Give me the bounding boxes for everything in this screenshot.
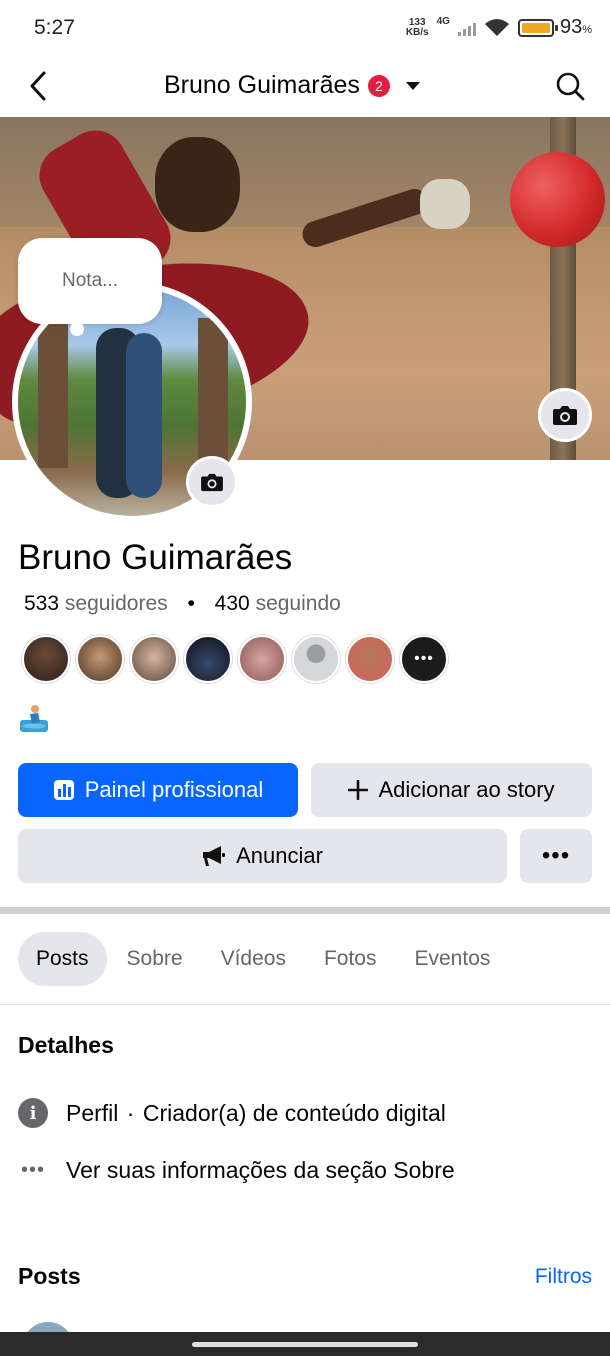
profile-type-label: Perfil (66, 1099, 119, 1126)
notification-badge: 2 (367, 74, 390, 97)
header-title: Bruno Guimarães (164, 71, 360, 99)
profile-switcher[interactable]: Bruno Guimarães 2 (164, 71, 420, 100)
add-to-story-button[interactable]: Adicionar ao story (311, 763, 592, 817)
note-bubble[interactable]: Nota... (18, 238, 162, 324)
search-button[interactable] (552, 68, 588, 104)
details-title: Detalhes (18, 1032, 114, 1058)
battery-indicator: 93% (517, 16, 592, 39)
friend-avatar[interactable] (130, 635, 178, 683)
edit-cover-button[interactable] (538, 388, 592, 442)
friends-preview: ••• (22, 635, 448, 683)
posts-title: Posts (18, 1263, 81, 1289)
note-bubble-tail (70, 322, 84, 336)
profile-header: Bruno Guimarães 2 (0, 58, 610, 116)
friend-avatar[interactable] (238, 635, 286, 683)
friend-avatar[interactable] (22, 635, 70, 683)
status-bar: 5:27 133 KB/s 4G 93% (0, 0, 610, 58)
status-time: 5:27 (34, 16, 75, 39)
megaphone-icon (203, 846, 226, 866)
profile-tabs: Posts Sobre Vídeos Fotos Eventos (18, 932, 510, 986)
friend-avatar[interactable] (76, 635, 124, 683)
more-options-button[interactable]: ••• (520, 829, 592, 883)
signal-icon (457, 20, 476, 36)
search-icon (556, 72, 585, 101)
camera-icon (201, 473, 223, 492)
section-divider (0, 907, 610, 914)
chevron-left-icon (30, 71, 46, 101)
tab-videos[interactable]: Vídeos (203, 932, 304, 986)
profile-name: Bruno Guimarães (18, 538, 293, 577)
profile-type-value: Criador(a) de conteúdo digital (142, 1099, 446, 1126)
info-icon: i (18, 1098, 48, 1128)
friend-avatar[interactable] (184, 635, 232, 683)
profile-type-row: i Perfil · Criador(a) de conteúdo digita… (18, 1098, 446, 1128)
friend-avatar[interactable] (346, 635, 394, 683)
following-link[interactable]: 430 seguindo (215, 592, 341, 615)
tab-about[interactable]: Sobre (109, 932, 201, 986)
camera-icon (553, 406, 577, 425)
status-icons: 133 KB/s 4G 93% (406, 16, 592, 39)
professional-dashboard-button[interactable]: Painel profissional (18, 763, 298, 817)
home-gesture-bar[interactable] (192, 1342, 418, 1347)
tab-photos[interactable]: Fotos (306, 932, 395, 986)
note-placeholder: Nota... (62, 270, 118, 291)
network-type: 4G (436, 16, 450, 27)
more-horizontal-icon: ••• (20, 1159, 45, 1181)
followers-link[interactable]: 533 seguidores (24, 592, 168, 615)
system-navigation-bar (0, 1332, 610, 1356)
network-speed: 133 KB/s (405, 16, 429, 38)
tabs-divider (0, 1004, 610, 1005)
see-about-link[interactable]: ••• Ver suas informações da seção Sobre (18, 1157, 455, 1184)
friend-avatar[interactable] (292, 635, 340, 683)
edit-profile-picture-button[interactable] (186, 456, 238, 508)
caret-down-icon (405, 81, 420, 90)
advertise-button[interactable]: Anunciar (18, 829, 507, 883)
filters-link[interactable]: Filtros (535, 1265, 592, 1289)
more-icon: ••• (541, 842, 571, 869)
surfer-emoji-icon (20, 705, 48, 732)
tab-events[interactable]: Eventos (397, 932, 509, 986)
wifi-icon (484, 18, 509, 36)
more-friends-button[interactable]: ••• (400, 635, 448, 683)
back-button[interactable] (20, 68, 56, 104)
battery-icon (517, 18, 558, 37)
dashboard-icon (53, 780, 74, 800)
tab-posts[interactable]: Posts (18, 932, 107, 986)
plus-icon (348, 780, 369, 800)
follow-stats: 533 seguidores • 430 seguindo (24, 592, 341, 615)
